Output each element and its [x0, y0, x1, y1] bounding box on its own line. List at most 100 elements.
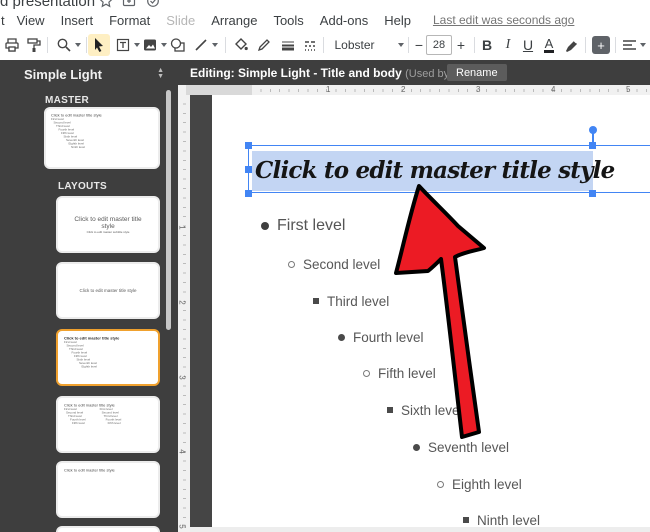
- rotation-handle[interactable]: [589, 126, 597, 134]
- bullet-item-6[interactable]: Sixth level: [387, 401, 463, 419]
- star-icon[interactable]: [99, 0, 113, 8]
- layout-thumbnail-partial[interactable]: [56, 526, 160, 532]
- bullet-item-3[interactable]: Third level: [313, 292, 389, 310]
- line-dropdown-caret[interactable]: [212, 43, 218, 47]
- layout-thumbnail-title-and-body[interactable]: Click to edit master title style First l…: [56, 329, 160, 386]
- underline-button[interactable]: U: [518, 34, 538, 56]
- bullet-item-4[interactable]: Fourth level: [338, 328, 424, 346]
- layout-thumbnail-two-columns[interactable]: Click to edit master title style First l…: [56, 396, 160, 453]
- bullet-item-1[interactable]: First level: [261, 217, 345, 235]
- selection-handle-mid-left[interactable]: [245, 166, 252, 173]
- italic-button[interactable]: I: [498, 34, 518, 56]
- document-title[interactable]: d presentation: [0, 0, 95, 10]
- menu-addons[interactable]: Add-ons: [312, 13, 376, 28]
- bullet-marker: [387, 407, 393, 413]
- move-folder-icon[interactable]: [122, 0, 136, 8]
- layout-thumbnail-section-title[interactable]: Click to edit master title style: [56, 262, 160, 319]
- text-color-button[interactable]: A: [539, 34, 559, 56]
- shape-icon[interactable]: [166, 34, 188, 56]
- bullet-item-9[interactable]: Ninth level: [463, 511, 540, 529]
- toolbar-separator: [474, 37, 475, 53]
- align-dropdown-caret[interactable]: [640, 43, 646, 47]
- font-dropdown-caret[interactable]: [398, 43, 404, 47]
- menu-tools[interactable]: Tools: [265, 13, 311, 28]
- theme-name: Simple Light: [24, 67, 102, 82]
- layout-thumbnail-title-slide[interactable]: Click to edit master title style Click t…: [56, 196, 160, 253]
- thumb-bullet-line: Ninth level: [71, 146, 153, 150]
- bullet-item-8[interactable]: Eighth level: [437, 475, 522, 493]
- bullet-item-7[interactable]: Seventh level: [413, 438, 509, 456]
- border-color-icon[interactable]: [253, 34, 275, 56]
- menu-arrange[interactable]: Arrange: [203, 13, 265, 28]
- print-icon[interactable]: [2, 34, 22, 56]
- fill-color-icon[interactable]: [230, 34, 252, 56]
- add-comment-icon[interactable]: +: [589, 34, 613, 56]
- thumb-bullet-line: Eighth level: [82, 366, 153, 370]
- bullet-label: Ninth level: [477, 513, 540, 528]
- rename-button[interactable]: Rename: [447, 64, 507, 81]
- menu-slide[interactable]: Slide: [158, 13, 203, 28]
- h-ruler-number: 1: [326, 85, 330, 94]
- selection-handle-top-mid[interactable]: [589, 142, 596, 149]
- toolbar-separator: [408, 37, 409, 53]
- google-slides-master-editor: d presentation t View Insert Format Slid…: [0, 0, 650, 532]
- master-title-text[interactable]: Click to edit master title style: [255, 151, 614, 191]
- bold-button[interactable]: B: [477, 34, 497, 56]
- underline-icon: U: [523, 37, 533, 53]
- font-size-decrease-button[interactable]: −: [411, 34, 427, 56]
- selection-handle-top-left[interactable]: [245, 142, 252, 149]
- plus-glyph: +: [592, 36, 610, 54]
- text-box-icon[interactable]: [112, 34, 142, 56]
- master-thumbnail[interactable]: Click to edit master title style First l…: [44, 107, 160, 169]
- menu-insert[interactable]: Insert: [53, 13, 102, 28]
- menu-view[interactable]: View: [9, 13, 53, 28]
- menu-format[interactable]: Format: [101, 13, 158, 28]
- font-size-value: 28: [426, 35, 452, 55]
- v-ruler-number: 1: [178, 225, 187, 229]
- zoom-dropdown-caret[interactable]: [75, 43, 81, 47]
- menu-help[interactable]: Help: [376, 13, 419, 28]
- bullet-marker: [261, 222, 269, 230]
- line-icon[interactable]: [190, 34, 220, 56]
- editing-header: Editing: Simple Light - Title and body (…: [178, 60, 650, 85]
- bullet-item-2[interactable]: Second level: [288, 255, 380, 273]
- thumb-bullet-line: Fifth level: [72, 422, 86, 426]
- zoom-icon[interactable]: [52, 34, 84, 56]
- font-size-input[interactable]: 28: [426, 34, 452, 56]
- layout4-bullets-right: First levelSecond levelThird levelFourth…: [100, 408, 122, 426]
- ruler-ticks: [183, 95, 186, 532]
- horizontal-ruler[interactable]: 1 2 3 4 5: [178, 85, 650, 95]
- layout5-title: Click to edit master title style: [64, 468, 152, 473]
- bullet-label: Second level: [303, 257, 380, 272]
- align-icon[interactable]: [619, 34, 649, 56]
- border-dash-icon[interactable]: [300, 34, 322, 56]
- titlebar: d presentation: [0, 0, 650, 10]
- h-ruler-number: 3: [476, 85, 480, 94]
- selection-handle-bottom-left[interactable]: [245, 190, 252, 197]
- border-weight-icon[interactable]: [277, 34, 299, 56]
- paint-format-icon[interactable]: [24, 34, 44, 56]
- menu-edit-remnant[interactable]: t: [0, 13, 9, 28]
- bullet-label: First level: [277, 217, 345, 235]
- vertical-ruler[interactable]: 1 2 3 4 5: [178, 95, 190, 532]
- toolbar-separator: [585, 37, 586, 53]
- layout-thumbnail-title-only[interactable]: Click to edit master title style: [56, 461, 160, 518]
- selection-handle-bottom-mid[interactable]: [589, 190, 596, 197]
- sort-arrows-icon[interactable]: ▲▼: [157, 68, 164, 80]
- h-ruler-number: 5: [626, 85, 630, 94]
- menubar: t View Insert Format Slide Arrange Tools…: [0, 10, 650, 30]
- cloud-status-icon[interactable]: [146, 0, 160, 8]
- bullet-item-5[interactable]: Fifth level: [363, 364, 436, 382]
- image-icon[interactable]: [139, 34, 169, 56]
- font-family-select[interactable]: Lobster: [330, 34, 408, 56]
- ruler-margin-shade: [186, 85, 252, 95]
- last-edit-link[interactable]: Last edit was seconds ago: [433, 13, 574, 27]
- theme-header[interactable]: Simple Light ▲▼: [0, 60, 178, 88]
- thumb-bullet-line: Fifth level: [108, 422, 122, 426]
- font-size-increase-button[interactable]: +: [453, 34, 469, 56]
- select-cursor-icon[interactable]: [88, 34, 110, 56]
- sidebar-scrollbar[interactable]: [166, 90, 171, 330]
- toolbar-separator: [615, 37, 616, 53]
- highlight-icon[interactable]: [561, 34, 581, 56]
- bullet-label: Eighth level: [452, 477, 522, 492]
